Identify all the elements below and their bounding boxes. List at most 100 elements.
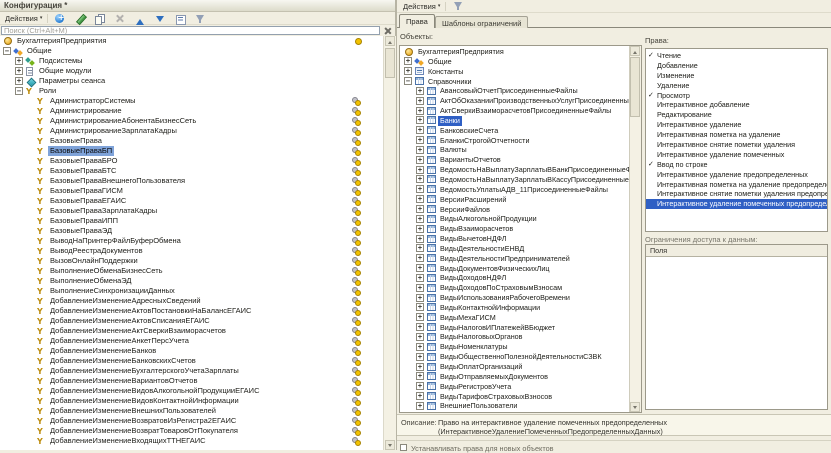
objects-row-catalog[interactable]: +БанковскиеСчета [400, 126, 630, 136]
delete-button[interactable] [110, 13, 130, 24]
objects-row-common[interactable]: +Общие [400, 57, 630, 67]
clear-search-icon[interactable] [383, 26, 393, 36]
objects-row-catalog[interactable]: +ВидыДоходовПоСтраховымВзносам [400, 283, 630, 293]
tree-row-role[interactable]: YДобавлениеИзменениеВидовКонтактнойИнфор… [0, 396, 383, 406]
objects-row-catalog[interactable]: +ВедомостьУплатыАДВ_11ПрисоединенныеФайл… [400, 185, 630, 195]
objects-row-catalog[interactable]: +ВидыНалоговыхОрганов [400, 332, 630, 342]
move-down-button[interactable] [150, 13, 170, 24]
right-item[interactable]: Интерактивное удаление предопределенных [646, 170, 827, 180]
tree-row-common-modules[interactable]: +Общие модули [0, 66, 383, 76]
right-item[interactable]: Добавление [646, 61, 827, 71]
objects-row-catalog[interactable]: +ВидыДокументовФизическихЛиц [400, 264, 630, 274]
right-item[interactable]: ✓Ввод по строке [646, 160, 827, 170]
tree-row-role[interactable]: YБазовыеПраваИПП [0, 216, 383, 226]
objects-row-root[interactable]: БухгалтерияПредприятия [400, 47, 630, 57]
collapse-icon[interactable]: − [15, 87, 23, 95]
tree-row-role[interactable]: YДобавлениеИзменениеВозвратовИзРегистра2… [0, 416, 383, 426]
expand-icon[interactable]: + [416, 97, 424, 105]
expand-icon[interactable]: + [416, 175, 424, 183]
expand-icon[interactable]: + [416, 382, 424, 390]
right-item[interactable]: Интерактивная пометка на удаление [646, 130, 827, 140]
expand-icon[interactable]: + [416, 235, 424, 243]
actions-menu-button-right[interactable]: Действия ▾ [400, 1, 443, 12]
scrollbar-thumb[interactable] [630, 57, 640, 117]
expand-icon[interactable]: + [404, 67, 412, 75]
objects-row-catalog[interactable]: +ВерсииРасширений [400, 195, 630, 205]
right-item[interactable]: Интерактивное снятие пометки удаления пр… [646, 189, 827, 199]
tree-row-role[interactable]: YДобавлениеИзменениеАнкетПерсУчета [0, 336, 383, 346]
expand-icon[interactable]: + [416, 126, 424, 134]
right-item[interactable]: Интерактивная пометка на удаление предоп… [646, 180, 827, 190]
copy-button[interactable] [90, 13, 110, 24]
expand-icon[interactable]: + [416, 264, 424, 272]
tree-row-role[interactable]: YБазовыеПраваВнешнегоПользователя [0, 176, 383, 186]
tree-row-role[interactable]: YВыполнениеОбменаБизнесСеть [0, 266, 383, 276]
objects-row-catalog[interactable]: +ВнешниеПользователи [400, 401, 630, 411]
add-button[interactable] [50, 13, 70, 24]
tree-row-role[interactable]: YБазовыеПраваЕГАИС [0, 196, 383, 206]
filter-button[interactable] [190, 13, 210, 24]
expand-icon[interactable]: + [15, 77, 23, 85]
expand-icon[interactable]: + [416, 185, 424, 193]
fields-column-header[interactable]: Поля [646, 245, 827, 257]
objects-row-catalog[interactable]: +Валюты [400, 145, 630, 155]
tree-row-role[interactable]: YБазовыеПраваГИСМ [0, 186, 383, 196]
tree-row-role[interactable]: YАдминистрированиеЗарплатаКадры [0, 126, 383, 136]
expand-icon[interactable]: + [416, 116, 424, 124]
tree-row-role[interactable]: YБазовыеПраваЗарплатаКадры [0, 206, 383, 216]
expand-icon[interactable]: + [416, 363, 424, 371]
expand-icon[interactable]: + [416, 372, 424, 380]
expand-icon[interactable]: + [416, 284, 424, 292]
tree-row-subsystems[interactable]: +Подсистемы [0, 56, 383, 66]
expand-icon[interactable]: + [416, 333, 424, 341]
tree-row-role[interactable]: YДобавлениеИзменениеБанковскихСчетов [0, 356, 383, 366]
expand-icon[interactable]: + [416, 107, 424, 115]
objects-row-catalog[interactable]: +ВидыОтправляемыхДокументов [400, 372, 630, 382]
objects-row-catalog[interactable]: +ВидыКонтактнойИнформации [400, 303, 630, 313]
objects-row-catalog[interactable]: +БланкиСтрогойОтчетности [400, 136, 630, 146]
expand-icon[interactable]: + [416, 195, 424, 203]
objects-row-catalogs[interactable]: −Справочники [400, 77, 630, 87]
expand-icon[interactable]: + [416, 294, 424, 302]
move-up-button[interactable] [130, 13, 150, 24]
tree-row-role[interactable]: YВыполнениеОбменаЭД [0, 276, 383, 286]
tree-row-common[interactable]: −Общие [0, 46, 383, 56]
tree-row-role[interactable]: YДобавлениеИзменениеАктовПостановкиНаБал… [0, 306, 383, 316]
tree-row-roles[interactable]: −YРоли [0, 86, 383, 96]
collapse-icon[interactable]: − [3, 47, 11, 55]
objects-row-catalog[interactable]: +ВидыМехаГИСМ [400, 313, 630, 323]
scroll-up-arrow[interactable] [630, 46, 640, 56]
expand-icon[interactable]: + [416, 323, 424, 331]
objects-row-catalog[interactable]: +ВариантыОтчетов [400, 155, 630, 165]
filter-rights-button[interactable] [448, 1, 468, 12]
search-input[interactable] [1, 26, 380, 35]
collapse-icon[interactable]: − [404, 77, 412, 85]
objects-row-catalog[interactable]: +ВидыОбщественноПолезнойДеятельностиСЗВК [400, 352, 630, 362]
objects-row-catalog[interactable]: +АвансовыйОтчетПрисоединенныеФайлы [400, 86, 630, 96]
tree-row-session-params[interactable]: +Параметры сеанса [0, 76, 383, 86]
objects-row-catalog[interactable]: +ВидыИспользованияРабочегоВремени [400, 293, 630, 303]
objects-row-catalog[interactable]: +ВидыДоходовНДФЛ [400, 273, 630, 283]
right-item[interactable]: Редактирование [646, 110, 827, 120]
tree-row-role[interactable]: YВыводНаПринтерФайлБуферОбмена [0, 236, 383, 246]
expand-icon[interactable]: + [416, 136, 424, 144]
right-item[interactable]: Интерактивное удаление помеченных предоп… [646, 199, 827, 209]
objects-row-catalog[interactable]: +АктОбОказанииПроизводственныхУслугПрисо… [400, 96, 630, 106]
right-item[interactable]: ✓Чтение [646, 51, 827, 61]
expand-icon[interactable]: + [404, 57, 412, 65]
objects-row-catalog[interactable]: +АктСверкиВзаиморасчетовПрисоединенныеФа… [400, 106, 630, 116]
tree-row-role[interactable]: YДобавлениеИзменениеВидовАлкогольнойПрод… [0, 386, 383, 396]
edit-button[interactable] [70, 13, 90, 24]
scroll-down-arrow[interactable] [630, 402, 640, 412]
objects-row-catalog[interactable]: +ВидыАлкогольнойПродукции [400, 214, 630, 224]
objects-row-catalog[interactable]: +ВидыВычетовНДФЛ [400, 234, 630, 244]
objects-row-catalog[interactable]: +ВидыОплатОрганизаций [400, 362, 630, 372]
right-item[interactable]: ✓Просмотр [646, 91, 827, 101]
expand-icon[interactable]: + [416, 353, 424, 361]
right-item[interactable]: Изменение [646, 71, 827, 81]
expand-icon[interactable]: + [416, 156, 424, 164]
objects-scrollbar[interactable] [629, 46, 641, 412]
objects-row-catalog[interactable]: +ВедомостьНаВыплатуЗарплатыВКассуПрисоед… [400, 175, 630, 185]
tree-row-role[interactable]: YБазовыеПраваЭД [0, 226, 383, 236]
expand-icon[interactable]: + [416, 392, 424, 400]
